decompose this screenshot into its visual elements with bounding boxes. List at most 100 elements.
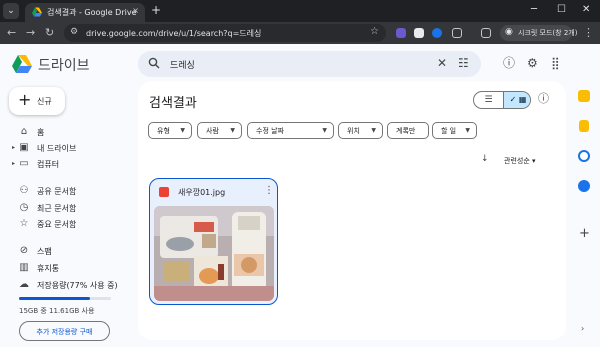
sidebar-item-storage[interactable]: ☁ 저장용량(77% 사용 중): [0, 279, 130, 293]
filter-people[interactable]: 사람 ▼: [197, 122, 242, 139]
view-toggle: ☰ ✓ ▦: [473, 91, 531, 109]
chevron-down-icon: ▼: [371, 127, 376, 134]
sidebar-item-label: 공유 문서함: [37, 187, 77, 196]
clock-icon: ◷: [19, 202, 29, 213]
forward-icon[interactable]: →: [26, 26, 35, 40]
filter-label: 유형: [157, 127, 170, 135]
search-options-icon[interactable]: ☷: [458, 56, 469, 70]
storage-usage-text: 15GB 중 11.61GB 사용: [19, 307, 95, 315]
address-url[interactable]: drive.google.com/drive/u/1/search?q=드레싱: [86, 28, 261, 39]
sidebar-item-my-drive[interactable]: ▸ ▣ 내 드라이브: [0, 142, 130, 156]
list-view-icon[interactable]: ☰: [474, 92, 503, 108]
expand-arrow-icon[interactable]: ▸: [12, 160, 15, 167]
sort-direction-icon[interactable]: ↓: [481, 154, 489, 164]
filter-label: 계록만: [396, 127, 416, 135]
storage-usage-fill: [19, 297, 90, 300]
home-icon: ⌂: [20, 126, 28, 137]
minimize-icon[interactable]: ─: [531, 4, 537, 16]
sort-dropdown[interactable]: 관련성순 ▾: [504, 156, 536, 166]
back-icon[interactable]: ←: [7, 26, 16, 40]
incognito-profile-button[interactable]: ◉ 시크릿 모드(창 2개): [500, 25, 577, 41]
extension-icon[interactable]: [414, 28, 424, 38]
incognito-icon: ◉: [505, 27, 513, 37]
browser-tab-bar: ⌄ 검색결과 - Google Drive × + ─ ☐ ✕: [0, 0, 600, 22]
image-file-icon: [159, 187, 169, 197]
sidebar-item-trash[interactable]: ▥ 휴지통: [0, 262, 130, 276]
maximize-icon[interactable]: ☐: [557, 4, 566, 16]
drive-icon: ▣: [19, 142, 29, 153]
tab-close-icon[interactable]: ×: [132, 6, 139, 15]
calendar-icon[interactable]: [578, 90, 590, 102]
reload-icon[interactable]: ↻: [45, 26, 54, 40]
extension-icon[interactable]: [432, 28, 442, 38]
filter-label: 할 일: [441, 127, 457, 135]
filter-todo[interactable]: 할 일 ▼: [432, 122, 477, 139]
new-button[interactable]: + 신규: [9, 87, 65, 115]
expand-arrow-icon[interactable]: ▸: [12, 144, 15, 151]
chevron-down-icon: ▼: [230, 127, 235, 134]
new-button-label: 신규: [37, 97, 52, 106]
extension-icon[interactable]: [396, 28, 406, 38]
google-drive-favicon-icon: [32, 7, 42, 17]
plus-icon: +: [18, 90, 32, 109]
shared-icon: ⚇: [19, 185, 29, 196]
sidebar-item-spam[interactable]: ⊘ 스팸: [0, 245, 130, 259]
google-drive-logo-icon[interactable]: [12, 55, 32, 73]
filter-type[interactable]: 유형 ▼: [148, 122, 192, 139]
filter-approvals[interactable]: 계록만: [387, 122, 429, 139]
collapse-panel-icon[interactable]: ›: [581, 324, 584, 333]
chevron-down-icon: ▼: [465, 127, 470, 134]
apps-icon[interactable]: ⣿: [551, 56, 560, 70]
sidebar-item-starred[interactable]: ☆ 중요 문서함: [0, 218, 130, 232]
search-box[interactable]: 드레싱 ✕ ☷: [138, 51, 481, 77]
tasks-icon[interactable]: [578, 150, 590, 162]
settings-icon[interactable]: ⚙: [527, 56, 538, 70]
side-panel-icon[interactable]: [481, 28, 491, 38]
sidebar-item-home[interactable]: ⌂ 홈: [0, 126, 130, 140]
file-card[interactable]: 새우깡01.jpg ⋮: [149, 178, 278, 305]
keep-icon[interactable]: [579, 120, 589, 132]
extensions-puzzle-icon[interactable]: [452, 28, 462, 38]
site-info-icon[interactable]: ⚙: [70, 27, 78, 37]
page-title: 검색결과: [149, 96, 197, 111]
star-icon: ☆: [19, 218, 29, 229]
filter-label: 수정 날짜: [256, 127, 284, 135]
sidebar-item-label: 최근 문서함: [37, 204, 77, 213]
tab-title: 검색결과 - Google Drive: [47, 8, 137, 17]
browser-menu-icon[interactable]: ⋮: [583, 26, 594, 39]
sidebar-item-label: 내 드라이브: [37, 144, 77, 153]
search-input[interactable]: 드레싱: [170, 58, 195, 71]
tab-search-button[interactable]: ⌄: [3, 3, 19, 19]
buy-storage-button[interactable]: 추가 저장용량 구매: [19, 321, 110, 341]
sidebar-item-shared[interactable]: ⚇ 공유 문서함: [0, 185, 130, 199]
spam-icon: ⊘: [19, 245, 29, 256]
address-bar[interactable]: ⚙ drive.google.com/drive/u/1/search?q=드레…: [64, 24, 386, 42]
browser-tab-active[interactable]: 검색결과 - Google Drive ×: [25, 3, 145, 22]
contacts-icon[interactable]: [578, 180, 590, 192]
sidebar-item-label: 중요 문서함: [37, 220, 77, 229]
sidebar-item-computers[interactable]: ▸ ▭ 컴퓨터: [0, 158, 130, 172]
app-title[interactable]: 드라이브: [38, 55, 90, 75]
search-icon[interactable]: [148, 57, 160, 69]
file-thumbnail[interactable]: [154, 206, 274, 301]
more-options-icon[interactable]: ⋮: [264, 185, 274, 196]
help-icon[interactable]: ⓘ: [503, 56, 515, 70]
storage-usage-bar: [19, 297, 111, 300]
add-addon-icon[interactable]: +: [579, 227, 590, 241]
chevron-down-icon: ▼: [322, 127, 327, 134]
file-name: 새우깡01.jpg: [178, 188, 226, 197]
filter-modified[interactable]: 수정 날짜 ▼: [247, 122, 334, 139]
sidebar-item-recent[interactable]: ◷ 최근 문서함: [0, 202, 130, 216]
info-icon[interactable]: ⓘ: [538, 92, 549, 106]
filter-location[interactable]: 위치 ▼: [338, 122, 383, 139]
buy-storage-label: 추가 저장용량 구매: [36, 328, 93, 336]
bookmark-star-icon[interactable]: ☆: [370, 26, 379, 37]
close-window-icon[interactable]: ✕: [582, 4, 590, 16]
trash-icon: ▥: [19, 262, 29, 273]
filter-label: 사람: [206, 127, 219, 135]
new-tab-button[interactable]: +: [151, 3, 161, 17]
chevron-down-icon: ▼: [180, 127, 185, 134]
clear-search-icon[interactable]: ✕: [437, 56, 447, 70]
grid-view-icon[interactable]: ✓ ▦: [503, 92, 530, 108]
profile-label: 시크릿 모드(창 2개): [518, 29, 578, 37]
